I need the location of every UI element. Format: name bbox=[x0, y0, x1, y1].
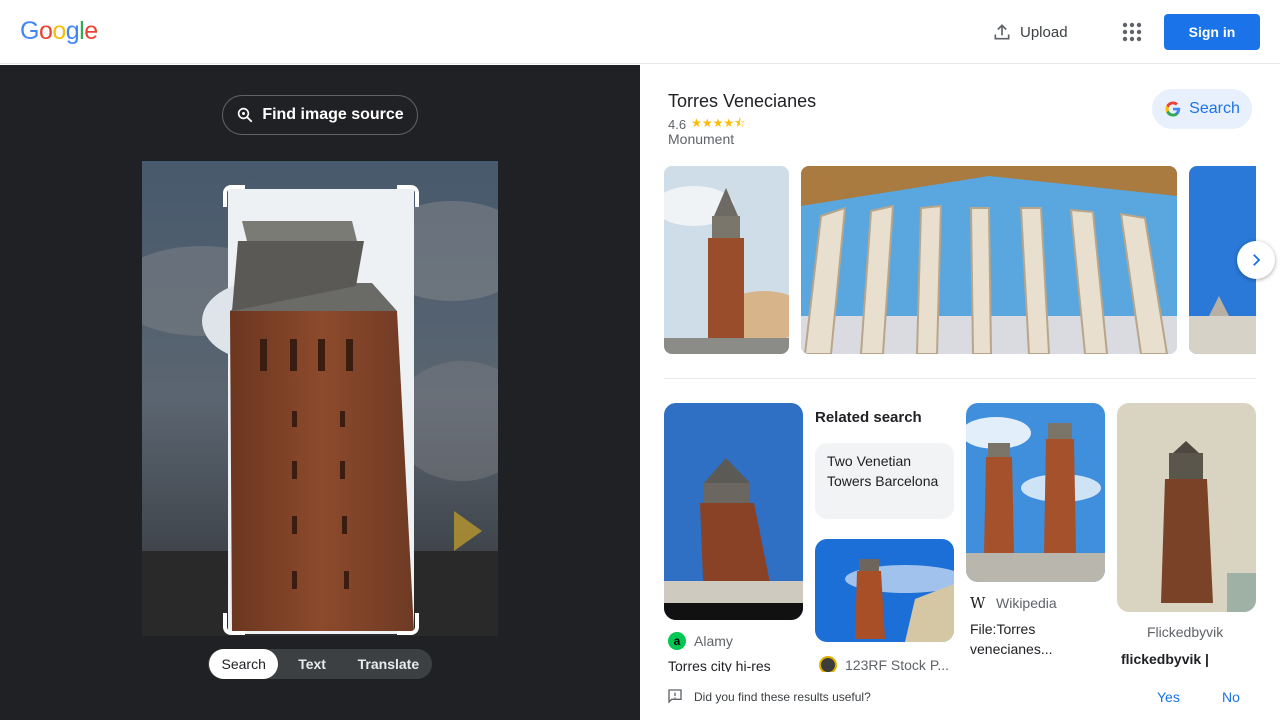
related-search-heading: Related search bbox=[815, 409, 922, 426]
tab-text[interactable]: Text bbox=[278, 649, 345, 679]
google-logo[interactable]: Google bbox=[20, 17, 98, 46]
uploaded-image[interactable] bbox=[142, 161, 498, 636]
entity-title[interactable]: Torres Venecianes bbox=[668, 91, 816, 112]
logo-letter: o bbox=[52, 17, 66, 45]
rating-value: 4.6 bbox=[668, 117, 687, 132]
crop-corner-bottom-right[interactable] bbox=[397, 613, 419, 635]
alamy-favicon-icon: a bbox=[668, 632, 686, 650]
crop-corner-bottom-left[interactable] bbox=[223, 613, 245, 635]
chevron-right-icon bbox=[1253, 254, 1261, 266]
entity-type: Monument bbox=[668, 131, 735, 147]
lens-image-panel: Find image source Search Text Translate bbox=[0, 65, 640, 720]
feedback-icon bbox=[668, 689, 682, 704]
tab-translate[interactable]: Translate bbox=[346, 649, 431, 679]
feedback-question: Did you find these results useful? bbox=[694, 690, 871, 704]
logo-letter: e bbox=[84, 17, 98, 45]
entity-image-1[interactable] bbox=[664, 166, 789, 354]
logo-letter: G bbox=[20, 17, 39, 45]
find-image-source-button[interactable]: Find image source bbox=[222, 95, 418, 135]
upload-label: Upload bbox=[1020, 23, 1068, 41]
feedback-no-button[interactable]: No bbox=[1222, 689, 1240, 705]
related-search-chip[interactable]: Two Venetian Towers Barcelona bbox=[815, 443, 954, 519]
upload-button[interactable]: Upload bbox=[992, 20, 1068, 44]
upload-icon bbox=[994, 24, 1010, 40]
result-image-flickedbyvik[interactable] bbox=[1117, 403, 1256, 612]
lens-mode-tabs: Search Text Translate bbox=[208, 649, 432, 679]
result-image-123rf[interactable] bbox=[815, 539, 954, 642]
logo-letter: g bbox=[65, 17, 80, 45]
result-title[interactable]: flickedbyvik | bbox=[1121, 649, 1253, 669]
top-bar: Google Upload Sign in bbox=[0, 0, 1280, 64]
result-source-wikipedia[interactable]: W Wikipedia bbox=[970, 594, 1057, 612]
logo-letter: o bbox=[38, 17, 53, 45]
carousel-next-button[interactable] bbox=[1237, 241, 1275, 279]
google-search-label: Search bbox=[1189, 100, 1240, 117]
lens-search-icon bbox=[238, 107, 253, 123]
feedback-bar: Did you find these results useful? Yes N… bbox=[640, 672, 1280, 720]
tab-search[interactable]: Search bbox=[209, 649, 279, 679]
result-source-flickedbyvik[interactable]: Flickedbyvik bbox=[1147, 624, 1223, 640]
wikipedia-favicon-icon: W bbox=[970, 594, 986, 612]
result-source-alamy[interactable]: a Alamy bbox=[668, 632, 733, 650]
feedback-yes-button[interactable]: Yes bbox=[1157, 689, 1180, 705]
result-title[interactable]: File:Torres venecianes... bbox=[970, 619, 1102, 659]
result-image-alamy[interactable] bbox=[664, 403, 803, 620]
result-source-label: Wikipedia bbox=[996, 595, 1057, 611]
google-g-icon bbox=[1165, 101, 1181, 117]
result-source-label: 123RF Stock P... bbox=[845, 657, 950, 673]
apps-grid-icon[interactable] bbox=[1120, 20, 1144, 44]
google-search-button[interactable]: Search bbox=[1152, 89, 1252, 129]
sign-in-button[interactable]: Sign in bbox=[1164, 14, 1260, 50]
crop-corner-top-left[interactable] bbox=[223, 185, 245, 207]
crop-corner-top-right[interactable] bbox=[397, 185, 419, 207]
entity-image-2[interactable] bbox=[801, 166, 1177, 354]
result-source-label: Alamy bbox=[694, 633, 733, 649]
find-image-source-label: Find image source bbox=[262, 106, 404, 123]
result-image-wikipedia[interactable] bbox=[966, 403, 1105, 582]
section-divider bbox=[664, 378, 1256, 379]
